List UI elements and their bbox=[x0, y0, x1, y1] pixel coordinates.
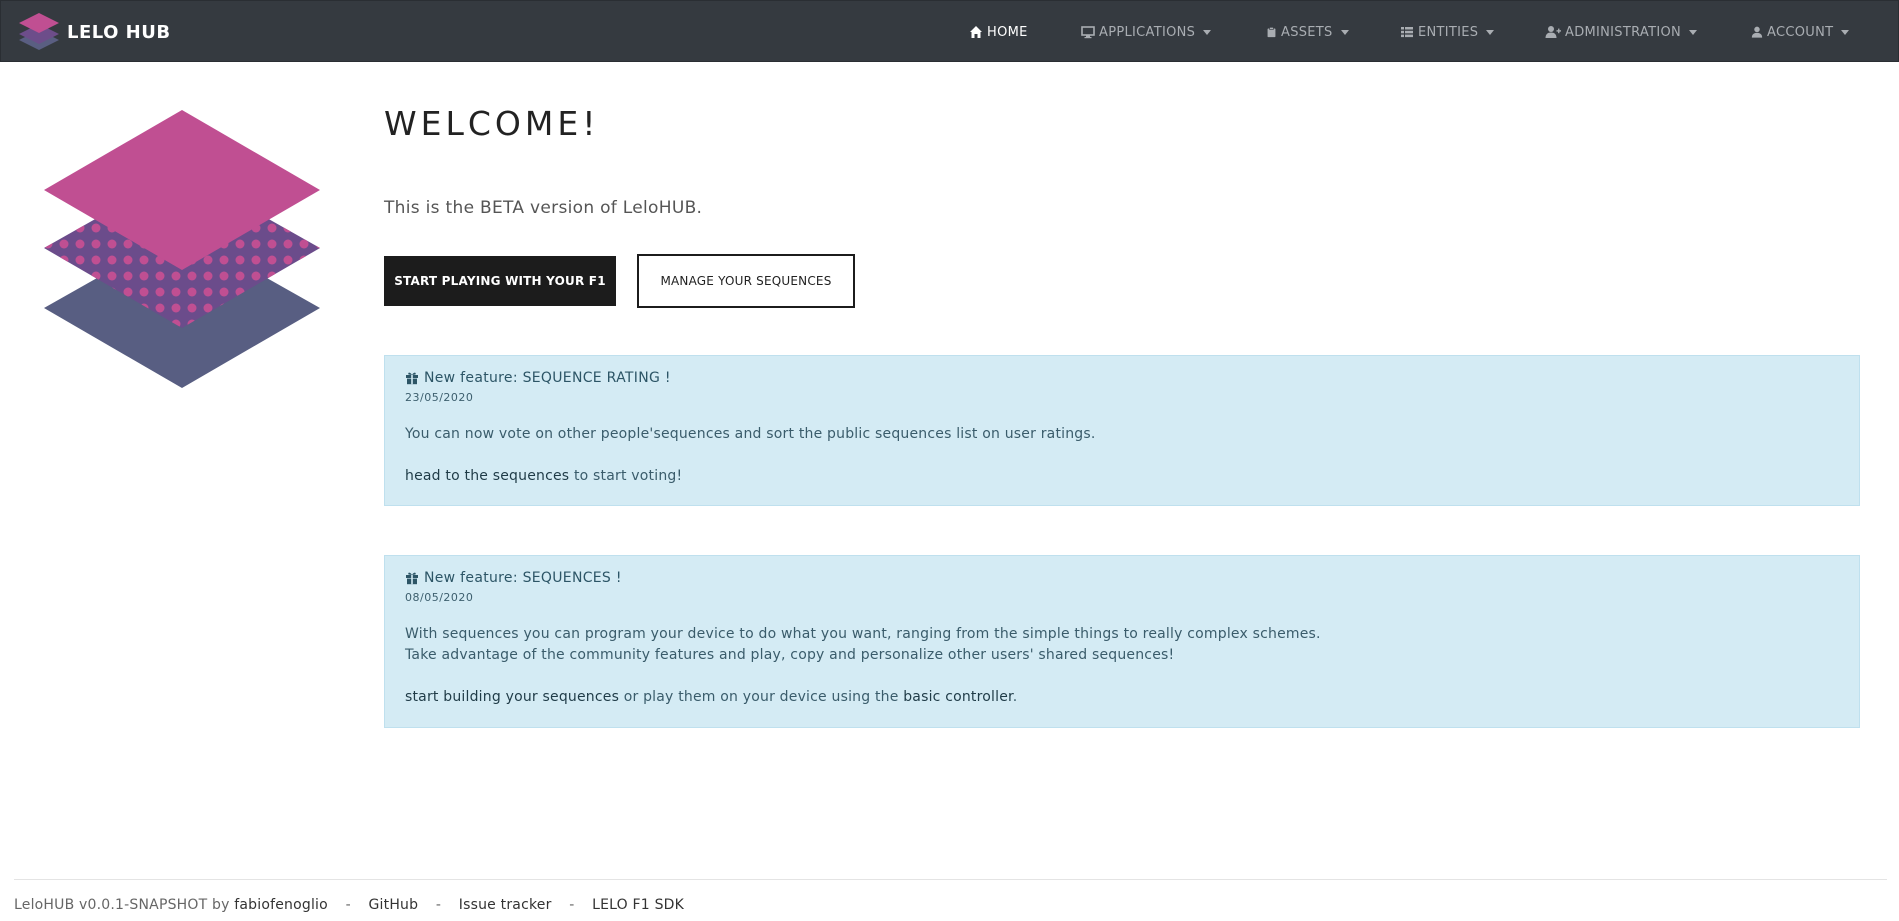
chevron-down-icon bbox=[1841, 29, 1850, 35]
footer-sdk-link[interactable]: LELO F1 SDK bbox=[592, 897, 684, 913]
clipboard-icon bbox=[1267, 26, 1276, 38]
manage-sequences-button[interactable]: MANAGE YOUR SEQUENCES bbox=[637, 254, 855, 308]
news-title-row: New feature: SEQUENCES ! bbox=[405, 570, 1839, 586]
nav-account[interactable]: ACCOUNT bbox=[1751, 23, 1850, 41]
news-title: New feature: SEQUENCE RATING ! bbox=[424, 370, 671, 386]
chevron-down-icon bbox=[1340, 29, 1349, 35]
news-title: New feature: SEQUENCES ! bbox=[424, 570, 622, 586]
news-text: With sequences you can program your devi… bbox=[405, 624, 1839, 666]
nav-applications[interactable]: APPLICATIONS bbox=[1081, 23, 1212, 41]
footer-author-link[interactable]: fabiofenoglio bbox=[234, 897, 328, 913]
footer-separator: - bbox=[569, 897, 575, 913]
footer-separator: - bbox=[435, 897, 442, 913]
nav-home-label: HOME bbox=[987, 24, 1028, 40]
brand-link[interactable]: LELO HUB bbox=[17, 10, 171, 54]
news-cta-mid: or play them on your device using the bbox=[619, 689, 904, 705]
desktop-icon bbox=[1081, 26, 1095, 39]
sequences-link[interactable]: head to the sequences bbox=[405, 468, 569, 484]
build-sequences-link[interactable]: start building your sequences bbox=[405, 689, 619, 705]
basic-controller-link[interactable]: basic controller bbox=[903, 689, 1013, 705]
beta-notice: This is the BETA version of LeloHUB. bbox=[384, 198, 703, 218]
brand-name: LELO HUB bbox=[67, 21, 171, 43]
news-alert: New feature: SEQUENCE RATING ! 23/05/202… bbox=[384, 355, 1860, 506]
news-date: 23/05/2020 bbox=[405, 391, 474, 404]
news-cta-end: . bbox=[1012, 689, 1018, 705]
gift-icon bbox=[406, 572, 418, 585]
news-cta: start building your sequences or play th… bbox=[405, 687, 1839, 708]
page-title: WELCOME! bbox=[384, 104, 600, 143]
home-icon bbox=[970, 26, 982, 38]
nav-entities-label: ENTITIES bbox=[1418, 24, 1479, 40]
user-plus-icon bbox=[1545, 26, 1561, 38]
footer: LeloHUB v0.0.1-SNAPSHOT by fabiofenoglio… bbox=[14, 897, 684, 913]
nav-assets[interactable]: ASSETS bbox=[1266, 23, 1349, 41]
nav-account-label: ACCOUNT bbox=[1767, 24, 1834, 40]
news-title-row: New feature: SEQUENCE RATING ! bbox=[405, 370, 1839, 386]
chevron-down-icon bbox=[1486, 29, 1495, 35]
chevron-down-icon bbox=[1689, 29, 1698, 35]
gift-icon bbox=[406, 372, 418, 385]
news-text-line: With sequences you can program your devi… bbox=[405, 626, 1321, 642]
chevron-down-icon bbox=[1203, 29, 1212, 35]
start-playing-button[interactable]: START PLAYING WITH YOUR F1 bbox=[384, 256, 616, 306]
news-cta-rest: to start voting! bbox=[569, 468, 683, 484]
nav-applications-label: APPLICATIONS bbox=[1099, 24, 1196, 40]
footer-divider bbox=[14, 879, 1887, 880]
news-date: 08/05/2020 bbox=[405, 591, 474, 604]
nav-assets-label: ASSETS bbox=[1281, 24, 1333, 40]
nav-administration-label: ADMINISTRATION bbox=[1565, 24, 1682, 40]
footer-version: LeloHUB v0.0.1-SNAPSHOT by bbox=[14, 897, 235, 913]
nav-home[interactable]: HOME bbox=[969, 23, 1028, 41]
news-text-line: Take advantage of the community features… bbox=[405, 647, 1175, 663]
footer-separator: - bbox=[345, 897, 351, 913]
lelo-logo-icon bbox=[19, 13, 59, 50]
lelo-hub-hero-logo bbox=[44, 110, 320, 388]
top-navbar: LELO HUB HOME APPLICATIONS ASSETS ENTITI… bbox=[0, 0, 1899, 62]
list-icon bbox=[1401, 27, 1413, 38]
news-cta: head to the sequences to start voting! bbox=[405, 466, 1839, 487]
nav-administration[interactable]: ADMINISTRATION bbox=[1545, 23, 1698, 41]
news-text: You can now vote on other people'sequenc… bbox=[405, 426, 1096, 442]
main-nav: HOME APPLICATIONS ASSETS ENTITIES ADMINI… bbox=[961, 1, 1898, 63]
footer-github-link[interactable]: GitHub bbox=[369, 897, 419, 913]
footer-issue-tracker-link[interactable]: Issue tracker bbox=[459, 897, 552, 913]
news-alert: New feature: SEQUENCES ! 08/05/2020 With… bbox=[384, 555, 1860, 728]
nav-entities[interactable]: ENTITIES bbox=[1400, 23, 1495, 41]
user-icon bbox=[1751, 26, 1763, 38]
